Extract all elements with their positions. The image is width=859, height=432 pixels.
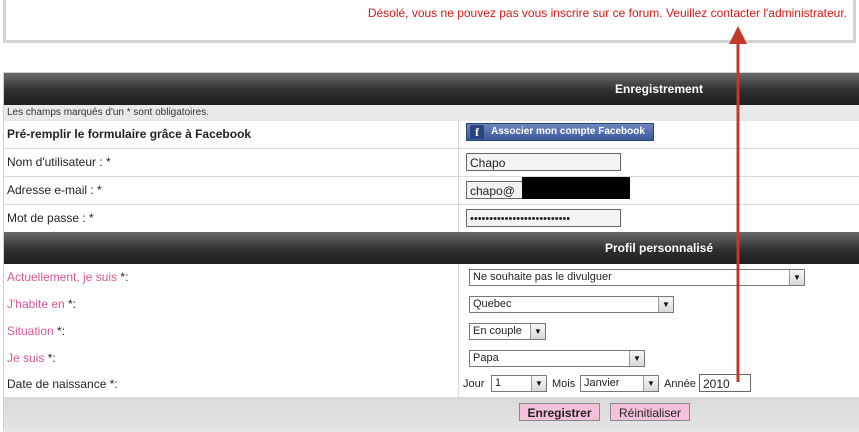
annotation-arrow [729, 26, 747, 382]
annotation-arrow-head [729, 26, 747, 44]
